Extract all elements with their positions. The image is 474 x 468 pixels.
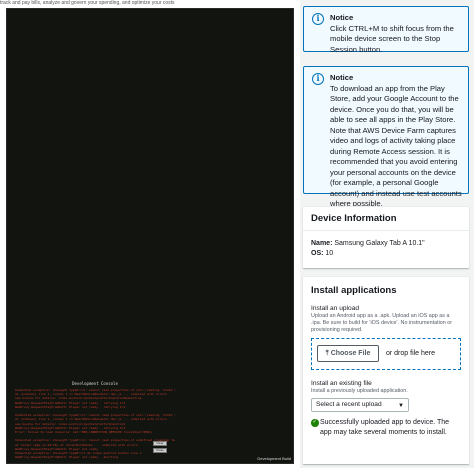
- file-dropzone[interactable]: ⤒ Choose File or drop file here: [311, 338, 461, 370]
- drop-file-text: or drop file here: [386, 350, 436, 357]
- recent-upload-select-value: Select a recent upload: [316, 401, 382, 408]
- upload-success-message: ✓ Successfully uploaded app to device. T…: [311, 418, 461, 438]
- install-upload-description: Upload an Android app as a .apk. Upload …: [311, 313, 453, 333]
- upload-icon: ⤒: [325, 350, 329, 357]
- caret-down-icon: ▼: [398, 403, 404, 409]
- device-name: Name: Samsung Galaxy Tab A 10.1": [311, 239, 461, 249]
- console-line: Error: failed to load resource: net::ERR…: [15, 430, 153, 435]
- install-applications-header: Install applications: [311, 285, 397, 296]
- device-screen[interactable]: Development Console Unhandled exception:…: [6, 8, 294, 464]
- console-title: Development Console: [72, 381, 118, 386]
- console-line: at (unknown) line 1, column 1 in ReactNa…: [15, 417, 167, 422]
- success-check-icon: ✓: [311, 419, 319, 427]
- install-upload-label: Install an upload: [311, 305, 360, 312]
- install-applications-card: Install applications Install an upload U…: [303, 276, 469, 464]
- notice-title: Notice: [330, 13, 354, 22]
- console-log: Unhandled exception: Uncaught TypeError:…: [15, 388, 175, 459]
- notice-text: To download an app from the Play Store, …: [330, 83, 462, 209]
- console-clear-button[interactable]: Clear: [153, 441, 167, 446]
- device-os: OS: 10: [311, 249, 461, 259]
- install-existing-label: Install an existing file: [311, 380, 372, 387]
- remote-access-session: track and pay bills, analyze and govern …: [0, 0, 474, 468]
- device-information-header: Device Information: [303, 207, 469, 231]
- info-icon: i: [312, 73, 324, 85]
- development-build-label: Development Build: [257, 456, 291, 461]
- console-line: WebProxy.RequestPlayFromPath: Player not…: [15, 455, 118, 460]
- device-os-label: OS:: [311, 250, 324, 257]
- device-os-value: 10: [325, 250, 334, 257]
- notice-play-store: i Notice To download an app from the Pla…: [303, 66, 469, 208]
- device-name-value: Samsung Galaxy Tab A 10.1": [334, 240, 425, 247]
- console-close-button[interactable]: Close: [153, 448, 167, 453]
- install-existing-description: Install a previously uploaded applicatio…: [311, 388, 408, 394]
- top-banner-text: track and pay bills, analyze and govern …: [0, 0, 175, 6]
- development-console: Development Console Unhandled exception:…: [15, 381, 175, 459]
- notice-text: Click CTRL+M to shift focus from the mob…: [330, 23, 454, 54]
- device-information-card: Device Information Name: Samsung Galaxy …: [303, 206, 469, 268]
- notice-title: Notice: [330, 73, 354, 82]
- notice-ctrl-m: i Notice Click CTRL+M to shift focus fro…: [303, 6, 469, 54]
- choose-file-button[interactable]: ⤒ Choose File: [317, 345, 379, 362]
- device-name-label: Name:: [311, 240, 333, 247]
- choose-file-label: Choose File: [330, 350, 371, 357]
- upload-success-text: Successfully uploaded app to device. The…: [320, 419, 450, 436]
- info-icon: i: [312, 13, 324, 25]
- session-side-panel: i Notice Click CTRL+M to shift focus fro…: [300, 0, 474, 468]
- recent-upload-select[interactable]: Select a recent upload ▼: [311, 398, 409, 412]
